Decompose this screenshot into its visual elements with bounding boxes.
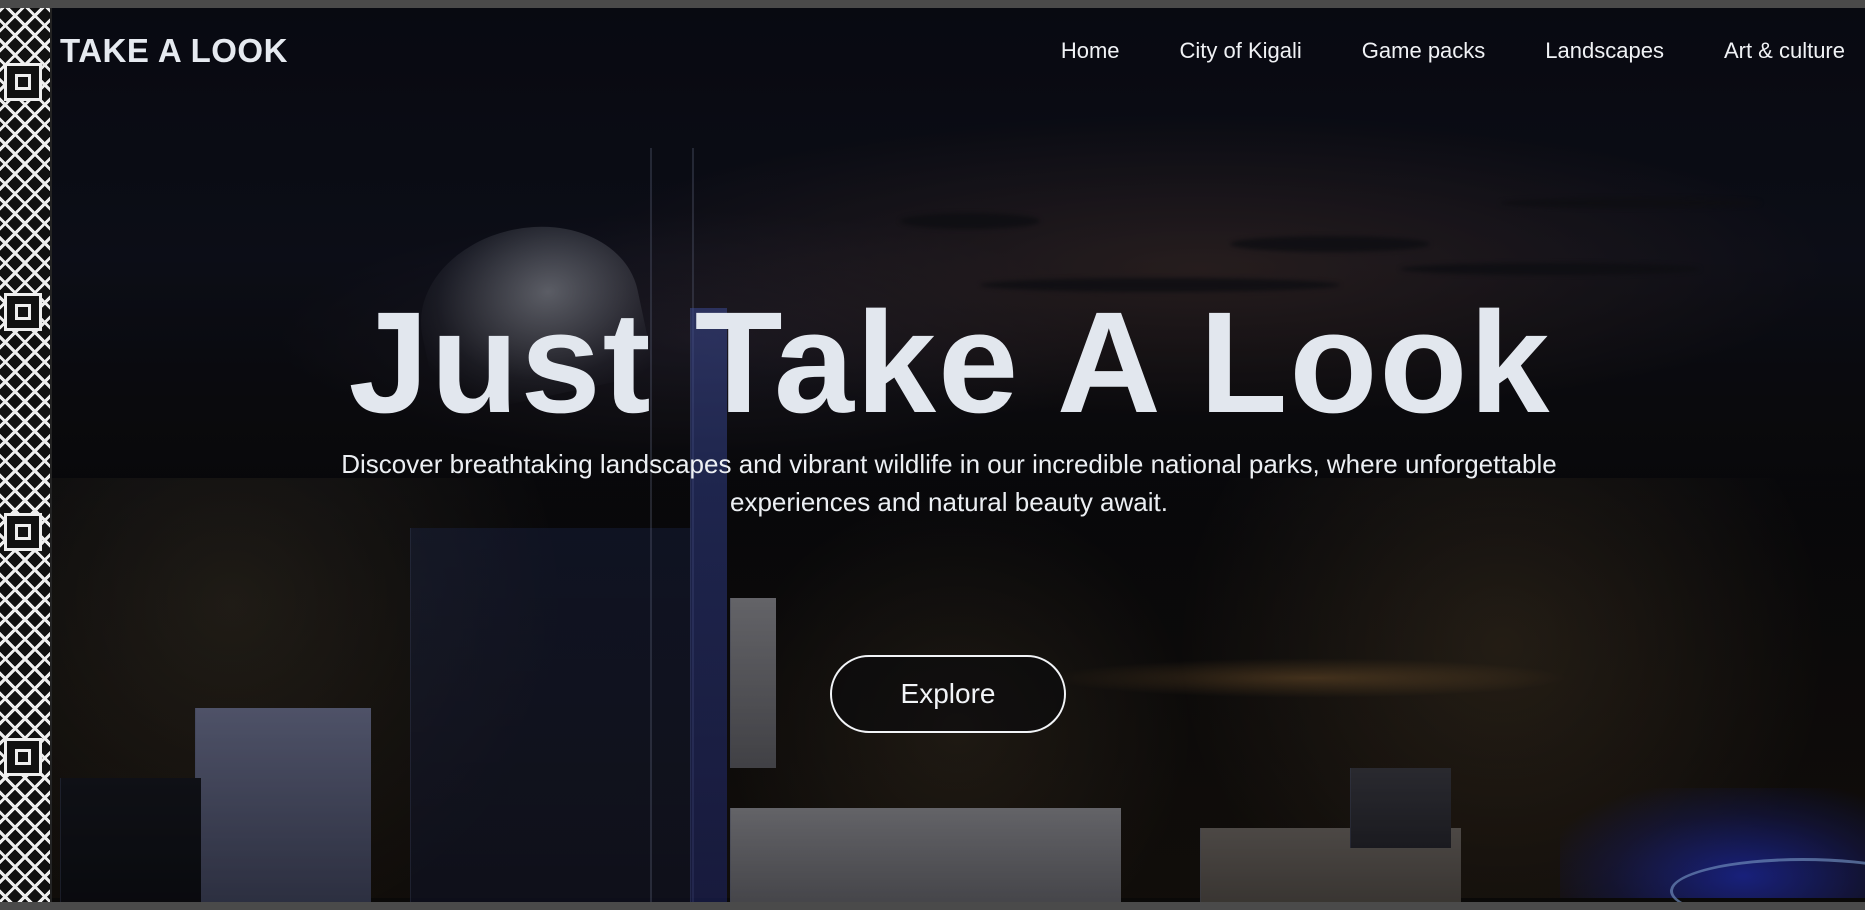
- nav-home[interactable]: Home: [1061, 38, 1120, 64]
- pattern-square: [4, 738, 42, 776]
- pattern-square: [4, 63, 42, 101]
- explore-button[interactable]: Explore: [830, 655, 1066, 733]
- main-nav: Home City of Kigali Game packs Landscape…: [1001, 38, 1845, 64]
- browser-viewport: Just Take A Look Discover breathtaking l…: [0, 0, 1865, 910]
- hero-headline: Just Take A Look: [348, 282, 1552, 443]
- side-pattern-icon: [0, 8, 52, 902]
- nav-landscapes[interactable]: Landscapes: [1545, 38, 1664, 64]
- nav-art-culture[interactable]: Art & culture: [1724, 38, 1845, 64]
- pattern-square: [4, 513, 42, 551]
- nav-game-packs[interactable]: Game packs: [1362, 38, 1486, 64]
- nav-city-of-kigali[interactable]: City of Kigali: [1180, 38, 1302, 64]
- top-frame-strip: [0, 0, 1865, 8]
- pattern-square: [4, 293, 42, 331]
- site-logo[interactable]: TAKE A LOOK: [60, 32, 288, 70]
- bottom-frame-strip: [0, 902, 1865, 910]
- hero-section: Just Take A Look Discover breathtaking l…: [0, 8, 1865, 902]
- hero-subtitle: Discover breathtaking landscapes and vib…: [341, 449, 1557, 517]
